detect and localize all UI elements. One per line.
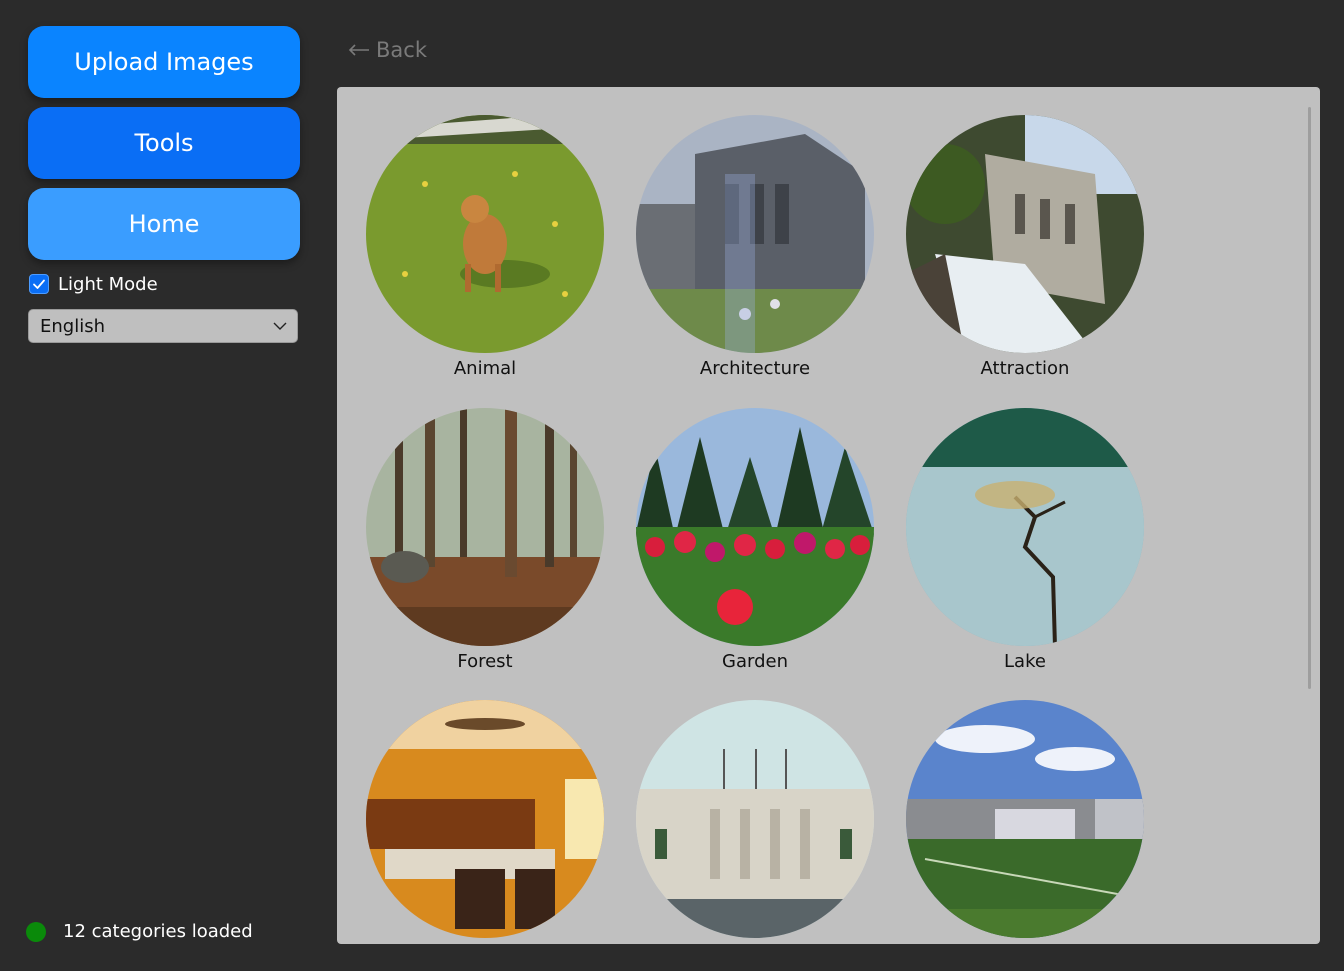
category-tile-museum[interactable] <box>635 699 875 942</box>
category-tile-library[interactable] <box>365 699 605 942</box>
language-value: English <box>40 315 105 337</box>
status-indicator-icon <box>26 921 46 942</box>
category-label: Garden <box>722 651 788 672</box>
waterfall-ruins-icon <box>906 115 1144 353</box>
arrow-left-icon <box>348 38 370 62</box>
category-label: Architecture <box>699 358 811 379</box>
status-text: 12 categories loaded <box>63 921 253 942</box>
category-tile-architecture[interactable]: Architecture <box>635 114 875 381</box>
light-mode-checkbox[interactable] <box>29 274 49 294</box>
category-label: Animal <box>453 358 517 379</box>
sidebar: Upload Images Tools Home Light Mode Engl… <box>0 0 330 971</box>
home-button[interactable]: Home <box>28 188 300 260</box>
upload-images-button[interactable]: Upload Images <box>28 26 300 98</box>
tulip-garden-icon <box>636 408 874 646</box>
gallery-scrollbar[interactable] <box>1308 107 1311 689</box>
back-label: Back <box>376 38 427 62</box>
category-label: Lake <box>1004 651 1046 672</box>
category-tile-attraction[interactable]: Attraction <box>905 114 1145 381</box>
language-select[interactable]: English <box>28 309 298 343</box>
tools-button[interactable]: Tools <box>28 107 300 179</box>
category-label: Attraction <box>980 358 1070 379</box>
category-tile-lake[interactable]: Lake <box>905 407 1145 674</box>
category-tile-sports[interactable] <box>905 699 1145 942</box>
app-window: Upload Images Tools Home Light Mode Engl… <box>0 0 1344 971</box>
status-bar: 12 categories loaded <box>26 921 253 942</box>
chevron-down-icon <box>273 322 287 330</box>
stone-building-icon <box>636 115 874 353</box>
checkmark-icon <box>33 279 45 289</box>
lake-tree-icon <box>906 408 1144 646</box>
forest-trees-icon <box>366 408 604 646</box>
dog-on-grass-icon <box>366 115 604 353</box>
light-mode-toggle[interactable]: Light Mode <box>29 272 158 296</box>
museum-facade-icon <box>636 700 874 938</box>
category-label: Forest <box>457 651 513 672</box>
category-tile-animal[interactable]: Animal <box>365 114 605 381</box>
sports-field-icon <box>906 700 1144 938</box>
category-tile-forest[interactable]: Forest <box>365 407 605 674</box>
light-mode-label: Light Mode <box>58 273 158 295</box>
library-room-icon <box>366 700 604 938</box>
category-gallery: Animal Architecture Attraction Forest Ga… <box>337 87 1320 944</box>
category-tile-garden[interactable]: Garden <box>635 407 875 674</box>
back-link[interactable]: Back <box>348 38 427 62</box>
